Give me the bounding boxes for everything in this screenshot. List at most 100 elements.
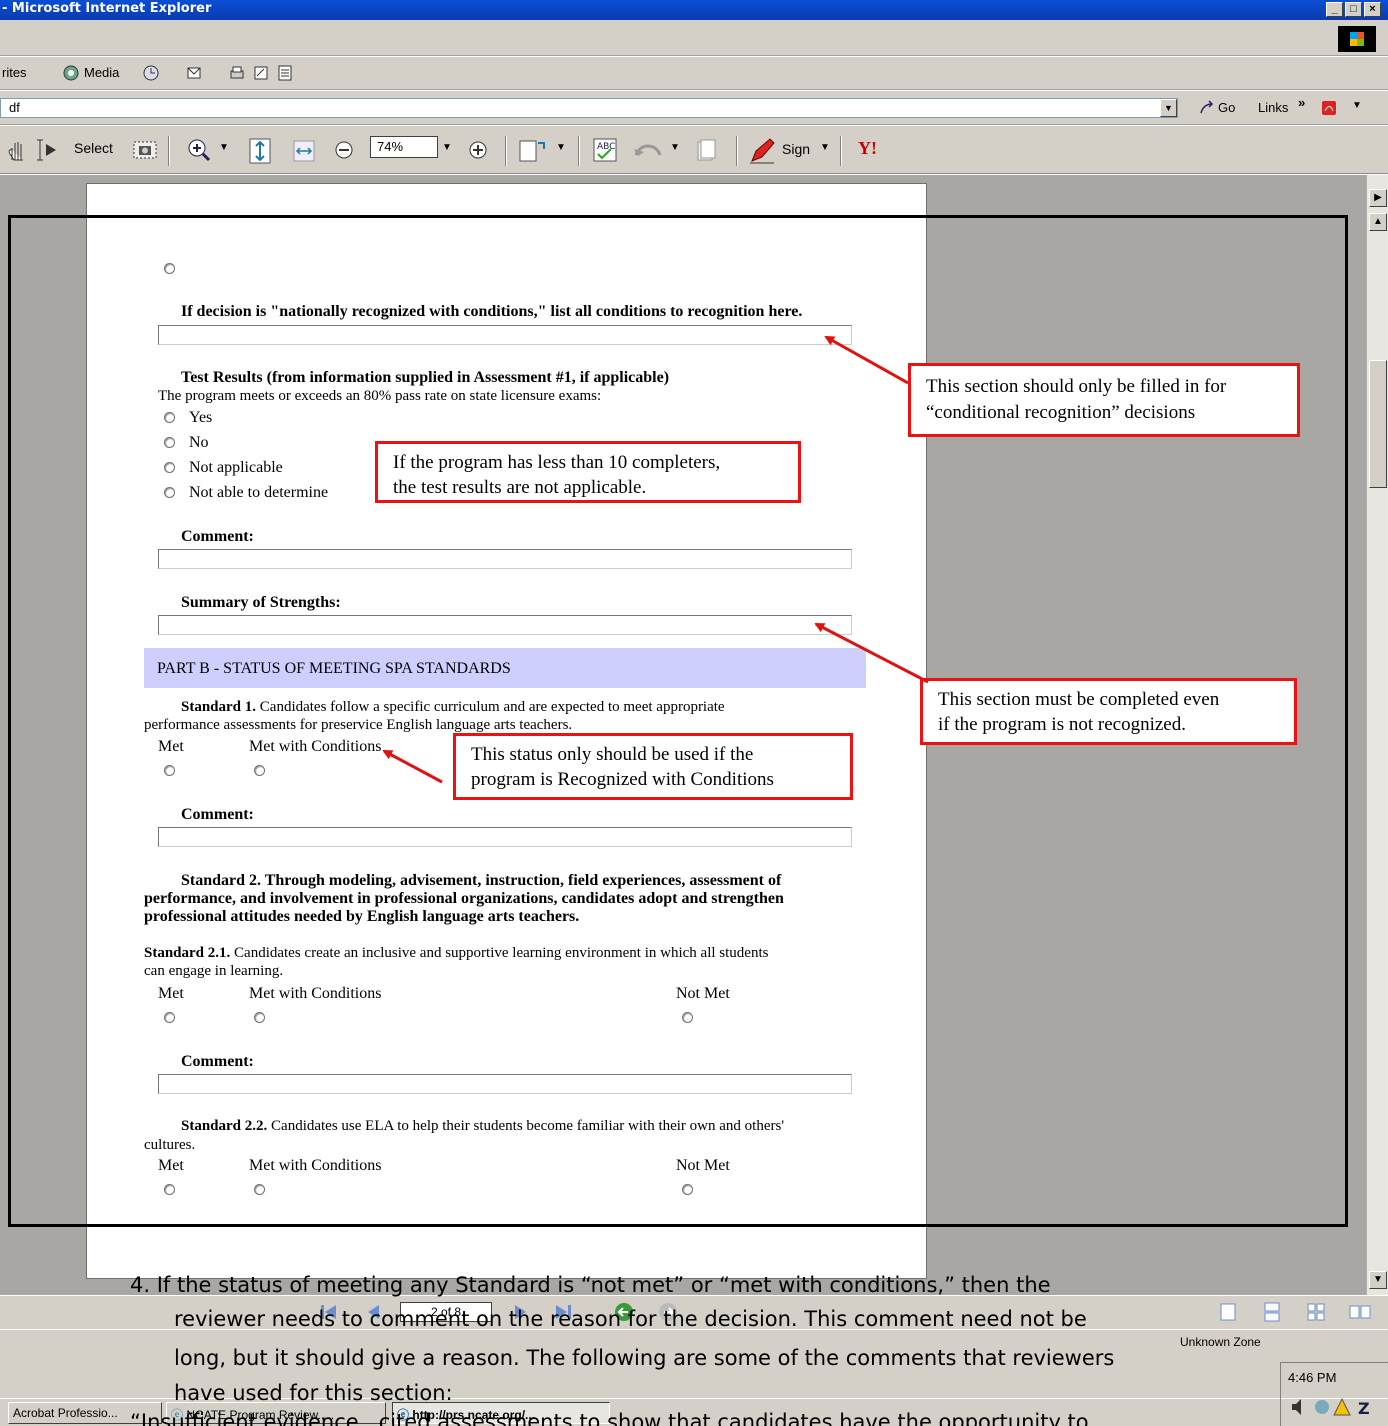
mail-icon[interactable]: [186, 64, 204, 82]
address-input[interactable]: df: [0, 98, 1178, 118]
std1-comment-label: Comment:: [181, 806, 254, 823]
zoom-level-input[interactable]: 74%: [370, 136, 438, 158]
decision-radio[interactable]: [164, 263, 175, 274]
std22-met-radio[interactable]: [164, 1184, 175, 1195]
zoom-plus-icon[interactable]: [468, 140, 488, 160]
standard-2-2-line1: Candidates use ELA to help their student…: [271, 1118, 785, 1134]
snapshot-icon[interactable]: [132, 138, 158, 162]
test-no-radio[interactable]: [164, 437, 175, 448]
tray-icons[interactable]: Z: [1290, 1396, 1380, 1418]
minimize-button[interactable]: _: [1326, 2, 1343, 17]
std21-met-conditions-radio[interactable]: [254, 1012, 265, 1023]
single-page-layout-icon[interactable]: [1218, 1302, 1238, 1322]
standard-2-2-label: Standard 2.2.: [181, 1118, 268, 1134]
summary-field[interactable]: [158, 615, 852, 635]
std1-met-label: Met: [158, 738, 184, 755]
fit-page-icon[interactable]: [248, 137, 272, 165]
undo-icon[interactable]: [632, 139, 666, 161]
std1-met-conditions-radio[interactable]: [254, 765, 265, 776]
spell-check-icon[interactable]: ABC: [592, 137, 620, 163]
zoom-out-icon[interactable]: [334, 140, 354, 160]
network-icon[interactable]: [1315, 1400, 1329, 1414]
summary-label: Summary of Strengths:: [181, 594, 341, 611]
continuous-facing-layout-icon[interactable]: [1348, 1302, 1372, 1322]
callout-conditional-line1: This section should only be filled in fo…: [926, 376, 1227, 397]
close-button[interactable]: ×: [1364, 2, 1381, 17]
conditions-field[interactable]: [158, 325, 852, 345]
std1-met-radio[interactable]: [164, 765, 175, 776]
acrobat-dropdown-icon[interactable]: ▼: [1352, 100, 1362, 111]
test-yes-label: Yes: [189, 409, 213, 426]
scrollbar-thumb[interactable]: [1369, 360, 1387, 488]
standard-2-1-label: Standard 2.1.: [144, 945, 231, 961]
hand-tool-icon[interactable]: [6, 138, 28, 162]
maximize-button[interactable]: □: [1345, 2, 1362, 17]
select-tool-icon[interactable]: [34, 138, 74, 162]
scroll-up-icon[interactable]: ▲: [1369, 213, 1387, 231]
document-icon[interactable]: [694, 138, 718, 162]
std22-not-met-label: Not Met: [676, 1157, 730, 1174]
edit-icon[interactable]: [252, 64, 270, 82]
sign-button[interactable]: Sign: [782, 141, 810, 157]
std22-met-conditions-radio[interactable]: [254, 1184, 265, 1195]
window-title: - Microsoft Internet Explorer: [2, 1, 212, 16]
yahoo-icon[interactable]: Y!: [858, 138, 877, 159]
std21-comment-label: Comment:: [181, 1053, 254, 1070]
volume-icon[interactable]: [1292, 1399, 1301, 1415]
zoom-in-icon[interactable]: [186, 137, 214, 163]
standard-1-line1: Candidates follow a specific curriculum …: [259, 699, 725, 715]
address-dropdown-icon[interactable]: ▼: [1160, 99, 1177, 117]
continuous-layout-icon[interactable]: [1262, 1302, 1282, 1322]
std22-not-met-radio[interactable]: [682, 1184, 693, 1195]
zoom-dropdown-icon[interactable]: ▼: [219, 142, 229, 153]
toolbar-separator: [505, 136, 507, 166]
standard-2-line2: performance, and involvement in professi…: [144, 890, 784, 907]
comment-field[interactable]: [158, 549, 852, 569]
expand-arrow-icon[interactable]: ▶: [1369, 189, 1387, 207]
toolbar-separator: [578, 136, 580, 166]
std21-comment-field[interactable]: [158, 1074, 852, 1094]
callout-strengths-line2: if the program is not recognized.: [938, 714, 1186, 735]
zone-alarm-icon[interactable]: Z: [1358, 1399, 1370, 1418]
toolbar-separator: [168, 136, 170, 166]
vertical-scrollbar[interactable]: ▶ ▲ ▼: [1366, 175, 1388, 1295]
std1-comment-field[interactable]: [158, 827, 852, 847]
chevron-more-icon[interactable]: »: [1298, 95, 1305, 110]
zoom-level-dropdown-icon[interactable]: ▼: [442, 142, 452, 153]
acrobat-toolbar: Select ▼ 74% ▼ ▼ ABC ▼ Sign ▼ Y!: [0, 126, 1388, 174]
print-icon[interactable]: [228, 64, 246, 82]
links-button[interactable]: Links: [1258, 100, 1288, 115]
doc-line-5: “Insufficient evidence...cited assessmen…: [130, 1410, 1089, 1426]
sign-pen-icon[interactable]: [748, 137, 778, 165]
discuss-icon[interactable]: [276, 64, 294, 82]
std21-met-radio[interactable]: [164, 1012, 175, 1023]
scroll-down-icon[interactable]: ▼: [1369, 1271, 1387, 1289]
fit-width-icon[interactable]: [292, 139, 316, 163]
test-yes-radio[interactable]: [164, 412, 175, 423]
test-not-applicable-radio[interactable]: [164, 462, 175, 473]
facing-layout-icon[interactable]: [1306, 1302, 1326, 1322]
acrobat-convert-icon[interactable]: [1320, 99, 1342, 117]
history-icon[interactable]: [142, 64, 160, 82]
go-button[interactable]: Go: [1218, 100, 1235, 115]
rotate-dropdown-icon[interactable]: ▼: [556, 142, 566, 153]
comment-label: Comment:: [181, 528, 254, 545]
rotate-page-icon[interactable]: [518, 137, 548, 163]
address-bar: df ▼ Go Links » ▼: [0, 91, 1388, 125]
toolbar-separator: [840, 136, 842, 166]
warning-icon[interactable]: [1333, 1397, 1351, 1416]
std22-met-conditions-label: Met with Conditions: [249, 1157, 382, 1174]
sign-dropdown-icon[interactable]: ▼: [820, 142, 830, 153]
test-not-able-radio[interactable]: [164, 487, 175, 498]
go-arrow-icon[interactable]: [1198, 99, 1216, 117]
std21-not-met-radio[interactable]: [682, 1012, 693, 1023]
media-button[interactable]: Media: [84, 65, 119, 80]
std22-met-label: Met: [158, 1157, 184, 1174]
standard-2-line1: Standard 2. Through modeling, advisement…: [181, 872, 782, 889]
favorites-button[interactable]: rites: [2, 65, 27, 80]
part-b-title: PART B - STATUS OF MEETING SPA STANDARDS: [157, 660, 511, 677]
callout-conditional-recognition: This section should only be filled in fo…: [908, 363, 1300, 437]
undo-dropdown-icon[interactable]: ▼: [670, 142, 680, 153]
select-tool-label[interactable]: Select: [74, 140, 113, 156]
standard-1-text: Standard 1. Candidates follow a specific…: [181, 698, 725, 716]
